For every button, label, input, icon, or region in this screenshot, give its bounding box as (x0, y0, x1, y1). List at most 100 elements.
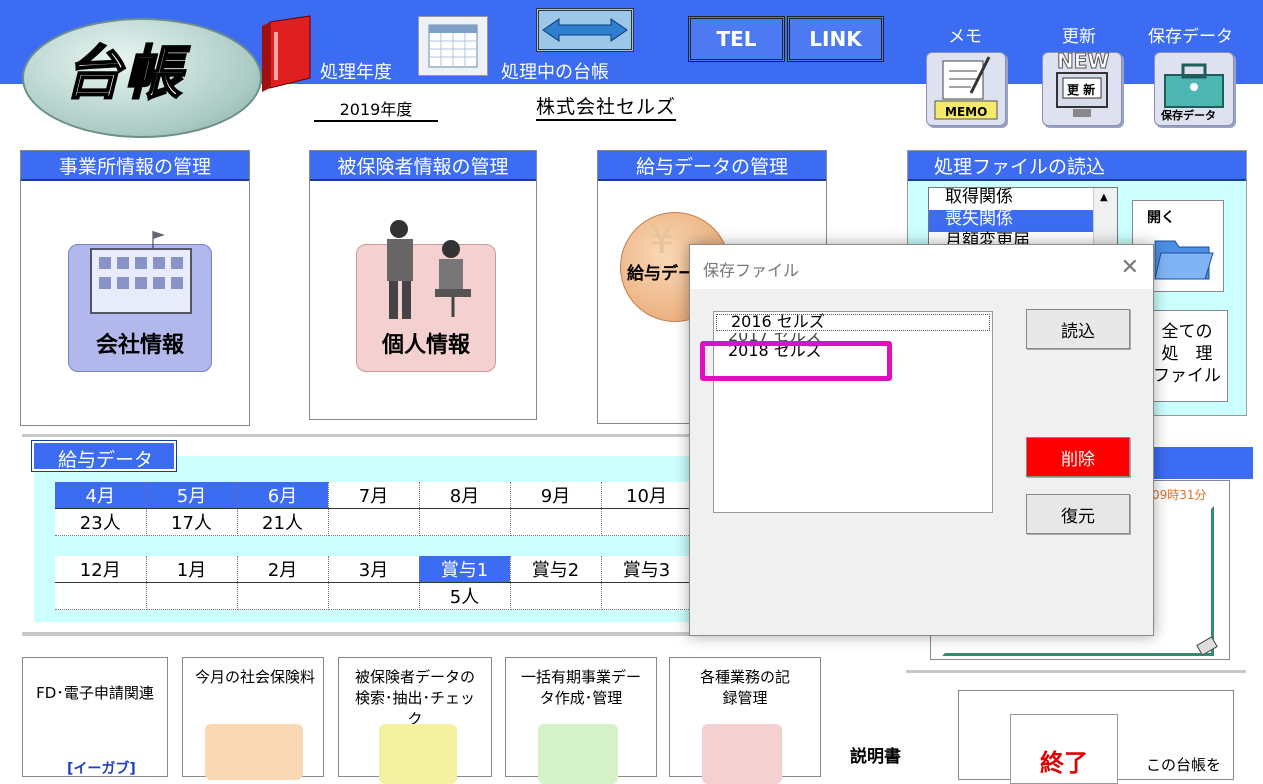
delete-button[interactable]: 削除 (1026, 437, 1130, 477)
new-badge: NEW (1056, 49, 1110, 74)
saved-file-item[interactable]: 2016 セルズ (716, 314, 990, 331)
memo-button[interactable]: MEMO (926, 52, 1006, 126)
personal-info-button[interactable]: 個人情報 (356, 220, 496, 372)
file-type-list[interactable]: 取得関係 喪失関係 月額変更届 ▲ (928, 187, 1118, 247)
double-arrow-icon (542, 18, 628, 42)
memo-label: メモ (948, 27, 982, 47)
month-cell[interactable]: 12月 (55, 556, 147, 583)
load-button[interactable]: 読込 (1026, 309, 1130, 349)
saved-icon-text: 保存データ (1161, 109, 1216, 122)
divider (906, 670, 1246, 673)
month-count-cell: 17人 (146, 508, 238, 536)
month-cell[interactable]: 賞与2 (510, 556, 602, 583)
month-count-cell (328, 508, 420, 536)
monthly-insurance-button[interactable]: 今月の社会保険料 (182, 657, 324, 780)
records-button[interactable]: 各種業務の記録管理 (669, 657, 821, 784)
month-count-cell (510, 582, 602, 610)
close-icon[interactable]: ✕ (1121, 255, 1139, 280)
link-button[interactable]: LINK (787, 16, 884, 62)
bulk-data-button[interactable]: 一括有期事業データ作成･管理 (505, 657, 657, 784)
manual-label[interactable]: 説明書 (850, 742, 901, 767)
month-table-1: 4月 5月 6月 7月 8月 9月 10月 23人 17人 21人 (55, 482, 693, 536)
month-count-cell (328, 582, 420, 610)
fd-label: FD･電子申請関連 (36, 684, 154, 702)
search-label: 被保険者データの検索･抽出･チェック (354, 668, 475, 728)
saved-data-label: 保存データ (1148, 27, 1233, 47)
search-button[interactable]: 被保険者データの検索･抽出･チェック (338, 657, 492, 784)
records-label: 各種業務の記録管理 (700, 668, 791, 707)
file-load-title: 処理ファイルの読込 (908, 151, 1246, 181)
magnifier-icon (379, 724, 457, 784)
year-value: 2019年度 (314, 96, 438, 122)
restore-button[interactable]: 復元 (1026, 494, 1130, 534)
all-files-line: ファイル (1153, 366, 1221, 386)
update-button[interactable]: NEW 更 新 (1042, 49, 1122, 126)
fd-button[interactable]: FD･電子申請関連 [イーガブ] (22, 657, 168, 777)
file-type-item-selected[interactable]: 喪失関係 (929, 210, 1093, 232)
update-icon-text: 更 新 (1067, 83, 1096, 97)
tel-button[interactable]: TEL (688, 16, 785, 62)
month-cell[interactable]: 9月 (510, 482, 602, 509)
office-panel-title: 事業所情報の管理 (21, 151, 249, 181)
company-name: 株式会社セルズ (536, 92, 677, 121)
open-label: 開く (1147, 210, 1175, 226)
month-cell[interactable]: 4月 (55, 482, 147, 509)
memo-icon-text: MEMO (945, 105, 988, 119)
month-count-cell (510, 508, 602, 536)
month-count-cell: 5人 (419, 582, 511, 610)
year-label: 処理年度 (320, 62, 392, 83)
switch-arrows-button[interactable] (536, 8, 634, 52)
company-info-button[interactable]: 会社情報 (68, 231, 212, 372)
yen-icon: ¥ (649, 217, 675, 263)
month-cell[interactable]: 賞与1 (419, 556, 511, 583)
clock-panel-header (1140, 447, 1253, 479)
date-stamp-icon (702, 724, 782, 784)
file-type-item[interactable]: 取得関係 (929, 188, 1117, 210)
dialog-title: 保存ファイル (690, 245, 1153, 289)
insured-panel-title: 被保険者情報の管理 (310, 151, 536, 181)
monthly-insurance-label: 今月の社会保険料 (195, 668, 316, 686)
month-table-2: 12月 1月 2月 3月 賞与1 賞与2 賞与3 5人 (55, 556, 693, 610)
calendar-grid-icon (428, 24, 478, 68)
building-icon (90, 231, 192, 314)
exit-button[interactable]: 終了 (1010, 714, 1118, 784)
month-cell[interactable]: 3月 (328, 556, 420, 583)
month-cell[interactable]: 1月 (146, 556, 238, 583)
all-files-button[interactable]: 全ての 処 理 ファイル (1146, 310, 1228, 402)
clock-time: 09時31分 (1152, 488, 1207, 502)
month-count-cell (146, 582, 238, 610)
folder-icon (1154, 240, 1214, 280)
egov-logo: [イーガブ] (67, 761, 136, 777)
calendar-icon[interactable] (418, 16, 488, 76)
month-cell[interactable]: 8月 (419, 482, 511, 509)
month-cell[interactable]: 10月 (601, 482, 693, 509)
month-count-cell (55, 582, 147, 610)
month-count-cell (419, 508, 511, 536)
personal-info-label: 個人情報 (381, 333, 470, 358)
app-logo: 台帳 (22, 18, 262, 138)
all-files-line: 処 理 (1161, 344, 1213, 364)
current-ledger-label: 処理中の台帳 (501, 62, 609, 83)
month-cell[interactable]: 5月 (146, 482, 238, 509)
bulk-data-label: 一括有期事業データ作成･管理 (520, 668, 641, 707)
month-cell[interactable]: 6月 (237, 482, 329, 509)
tools-icon (538, 724, 618, 784)
month-count-cell (601, 508, 693, 536)
scroll-up-icon[interactable]: ▲ (1100, 192, 1108, 203)
selection-highlight (700, 341, 892, 381)
people-icon (387, 220, 471, 319)
month-count-cell (237, 582, 329, 610)
salary-data-label: 給与デー (627, 264, 695, 284)
month-cell[interactable]: 2月 (237, 556, 329, 583)
salary-data-title: 給与データ (31, 440, 177, 472)
month-cell[interactable]: 賞与3 (601, 556, 693, 583)
month-count-cell (601, 582, 693, 610)
saved-files-dialog: 保存ファイル ✕ 2016 セルズ 2017 セルズ 2018 セルズ 読込 削… (689, 244, 1154, 636)
month-cell[interactable]: 7月 (328, 482, 420, 509)
saved-data-button[interactable]: 保存データ (1154, 52, 1234, 126)
list-scrollbar[interactable]: ▲ (1093, 188, 1117, 246)
binder-icon (262, 15, 311, 92)
salary-panel-title: 給与データの管理 (598, 151, 826, 181)
company-info-label: 会社情報 (95, 333, 184, 358)
month-count-cell: 23人 (55, 508, 147, 536)
